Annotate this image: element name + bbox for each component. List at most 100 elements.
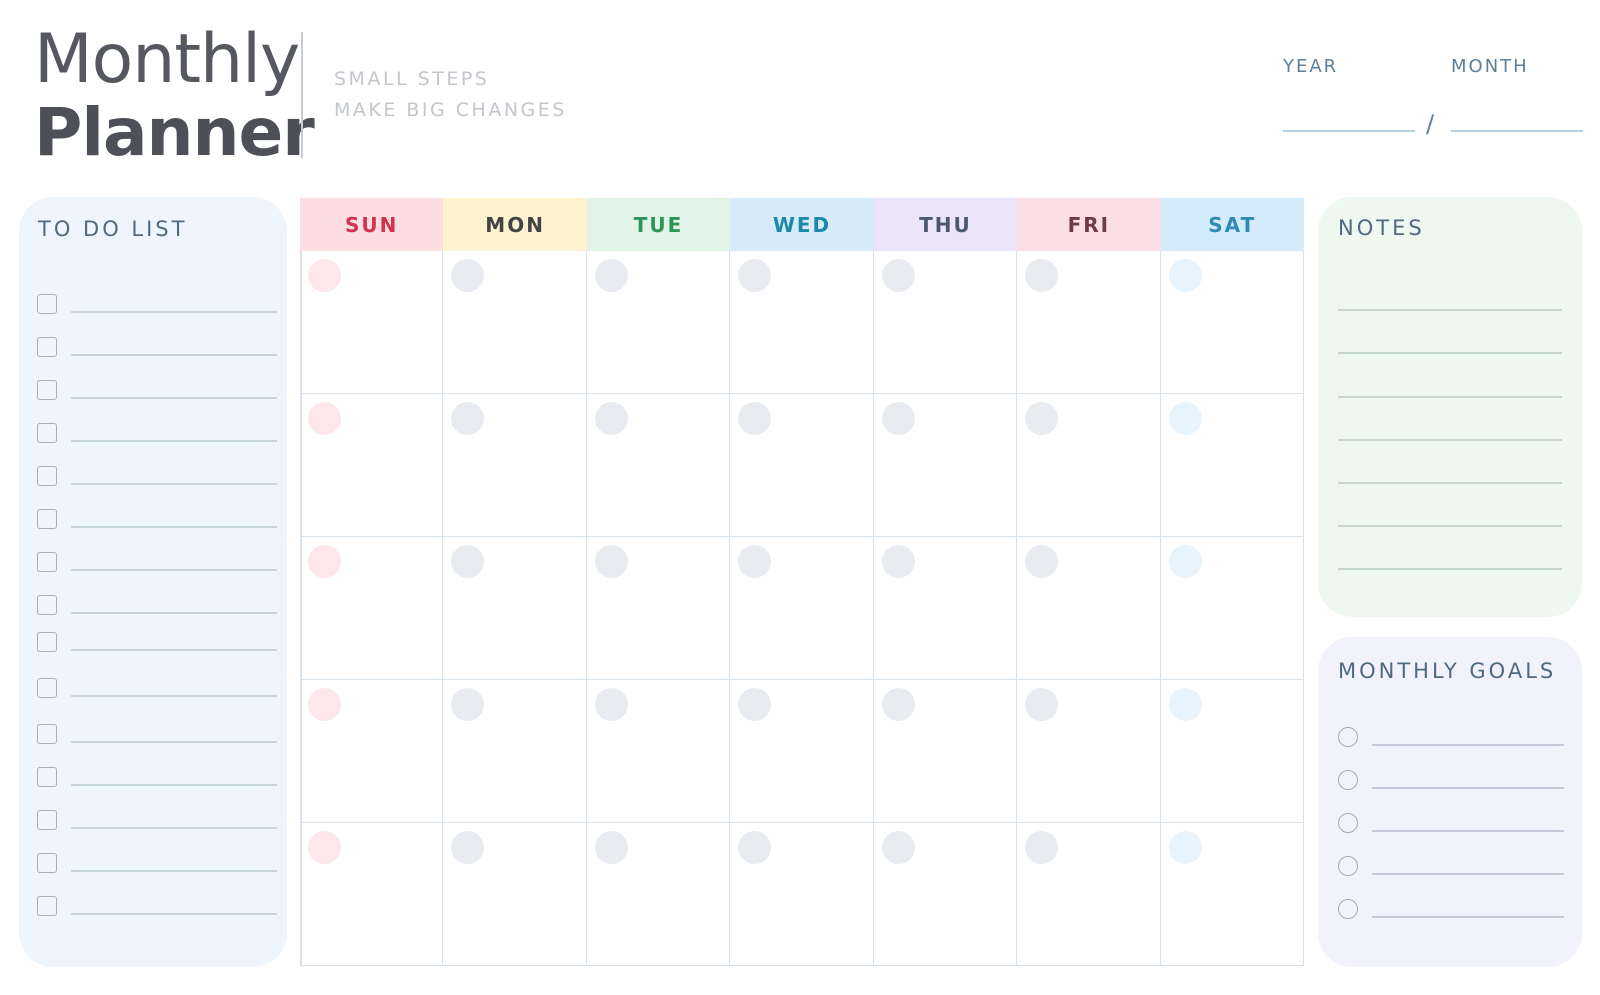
notes-line[interactable] — [1338, 396, 1562, 398]
todo-line[interactable] — [71, 440, 277, 442]
todo-checkbox[interactable] — [37, 380, 57, 400]
goal-line[interactable] — [1372, 873, 1564, 875]
todo-checkbox[interactable] — [37, 294, 57, 314]
calendar-day-cell[interactable] — [730, 394, 874, 537]
calendar-day-cell[interactable] — [873, 251, 1018, 394]
calendar-day-cell[interactable] — [873, 823, 1018, 966]
goal-radio[interactable] — [1338, 813, 1358, 833]
todo-line[interactable] — [71, 483, 277, 485]
date-circle — [1025, 545, 1059, 578]
calendar-day-cell[interactable] — [443, 251, 587, 394]
notes-line[interactable] — [1338, 309, 1562, 311]
month-field[interactable] — [1451, 130, 1583, 132]
calendar-day-cell[interactable] — [443, 394, 587, 537]
todo-checkbox[interactable] — [37, 552, 57, 572]
todo-line[interactable] — [71, 741, 277, 743]
calendar-day-cell[interactable] — [300, 823, 444, 966]
goal-radio[interactable] — [1338, 856, 1358, 876]
calendar-day-cell[interactable] — [586, 394, 731, 537]
calendar-day-cell[interactable] — [300, 394, 444, 537]
calendar-day-cell[interactable] — [300, 251, 444, 394]
todo-checkbox[interactable] — [37, 509, 57, 529]
todo-checkbox[interactable] — [37, 896, 57, 916]
todo-line[interactable] — [71, 569, 277, 571]
calendar-day-cell[interactable] — [1160, 823, 1304, 966]
calendar-day-cell[interactable] — [730, 537, 874, 680]
notes-line[interactable] — [1338, 525, 1562, 527]
todo-line[interactable] — [71, 354, 277, 356]
calendar-day-cell[interactable] — [1160, 251, 1304, 394]
date-circle — [451, 259, 485, 292]
calendar-day-cell[interactable] — [586, 251, 731, 394]
notes-line[interactable] — [1338, 352, 1562, 354]
todo-line[interactable] — [71, 870, 277, 872]
goal-line[interactable] — [1372, 830, 1564, 832]
todo-line[interactable] — [71, 827, 277, 829]
notes-line[interactable] — [1338, 439, 1562, 441]
calendar-day-cell[interactable] — [1017, 537, 1161, 680]
date-circle — [594, 545, 628, 578]
calendar-day-cell[interactable] — [873, 680, 1018, 823]
todo-checkbox[interactable] — [37, 423, 57, 443]
todo-line[interactable] — [71, 397, 277, 399]
todo-checkbox[interactable] — [37, 466, 57, 486]
todo-line[interactable] — [71, 784, 277, 786]
date-circle — [738, 402, 772, 435]
planner-title-planner: Planner — [34, 94, 315, 171]
calendar-day-cell[interactable] — [586, 537, 731, 680]
todo-checkbox[interactable] — [37, 810, 57, 830]
todo-checkbox[interactable] — [37, 337, 57, 357]
goal-line[interactable] — [1372, 787, 1564, 789]
todo-checkbox[interactable] — [37, 853, 57, 873]
calendar-day-cell[interactable] — [1017, 251, 1161, 394]
calendar-day-cell[interactable] — [730, 680, 874, 823]
calendar-day-cell[interactable] — [443, 823, 587, 966]
todo-checkbox[interactable] — [37, 632, 57, 652]
notes-line[interactable] — [1338, 482, 1562, 484]
todo-item — [37, 853, 277, 877]
calendar-day-cell[interactable] — [1017, 680, 1161, 823]
calendar-day-cell[interactable] — [730, 251, 874, 394]
date-circle — [1168, 402, 1202, 435]
todo-line[interactable] — [71, 649, 277, 651]
calendar-day-cell[interactable] — [730, 823, 874, 966]
calendar-day-cell[interactable] — [1017, 394, 1161, 537]
calendar-day-cell[interactable] — [586, 823, 731, 966]
todo-line[interactable] — [71, 612, 277, 614]
goal-line[interactable] — [1372, 744, 1564, 746]
calendar-day-cell[interactable] — [300, 537, 444, 680]
todo-checkbox[interactable] — [37, 724, 57, 744]
notes-title: NOTES — [1338, 216, 1425, 240]
year-label: YEAR — [1283, 56, 1339, 77]
date-circle — [1025, 402, 1059, 435]
calendar-day-cell[interactable] — [586, 680, 731, 823]
goal-radio[interactable] — [1338, 770, 1358, 790]
goal-radio[interactable] — [1338, 899, 1358, 919]
todo-checkbox[interactable] — [37, 767, 57, 787]
todo-line[interactable] — [71, 695, 277, 697]
todo-item — [37, 380, 277, 404]
todo-line[interactable] — [71, 311, 277, 313]
calendar-day-cell[interactable] — [1017, 823, 1161, 966]
goals-panel: MONTHLY GOALS — [1318, 637, 1582, 967]
day-header-sun: SUN — [300, 198, 444, 251]
calendar-day-cell[interactable] — [300, 680, 444, 823]
goal-line[interactable] — [1372, 916, 1564, 918]
year-field[interactable] — [1283, 130, 1415, 132]
calendar-day-cell[interactable] — [443, 680, 587, 823]
date-circle — [1025, 259, 1059, 292]
calendar-day-cell[interactable] — [873, 394, 1018, 537]
calendar-day-cell[interactable] — [1160, 394, 1304, 537]
calendar-day-cell[interactable] — [873, 537, 1018, 680]
todo-line[interactable] — [71, 526, 277, 528]
calendar-day-cell[interactable] — [1160, 537, 1304, 680]
calendar-day-cell[interactable] — [443, 537, 587, 680]
todo-line[interactable] — [71, 913, 277, 915]
notes-line[interactable] — [1338, 568, 1562, 570]
date-circle — [738, 831, 772, 864]
todo-checkbox[interactable] — [37, 595, 57, 615]
goal-radio[interactable] — [1338, 727, 1358, 747]
goals-title: MONTHLY GOALS — [1338, 659, 1557, 683]
calendar-day-cell[interactable] — [1160, 680, 1304, 823]
todo-checkbox[interactable] — [37, 678, 57, 698]
